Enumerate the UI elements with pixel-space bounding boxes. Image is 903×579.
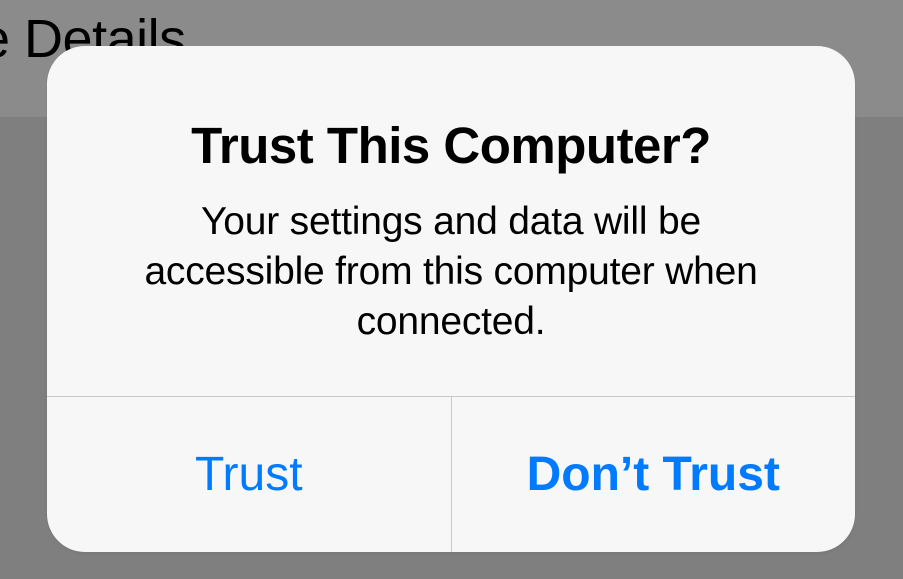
dialog-content: Trust This Computer? Your settings and d… <box>47 46 855 396</box>
dialog-button-row: Trust Don’t Trust <box>47 396 855 552</box>
trust-button[interactable]: Trust <box>47 397 451 552</box>
dialog-message: Your settings and data will be accessibl… <box>107 197 795 347</box>
trust-computer-dialog: Trust This Computer? Your settings and d… <box>47 46 855 552</box>
dont-trust-button[interactable]: Don’t Trust <box>451 397 856 552</box>
dialog-title: Trust This Computer? <box>107 116 795 175</box>
